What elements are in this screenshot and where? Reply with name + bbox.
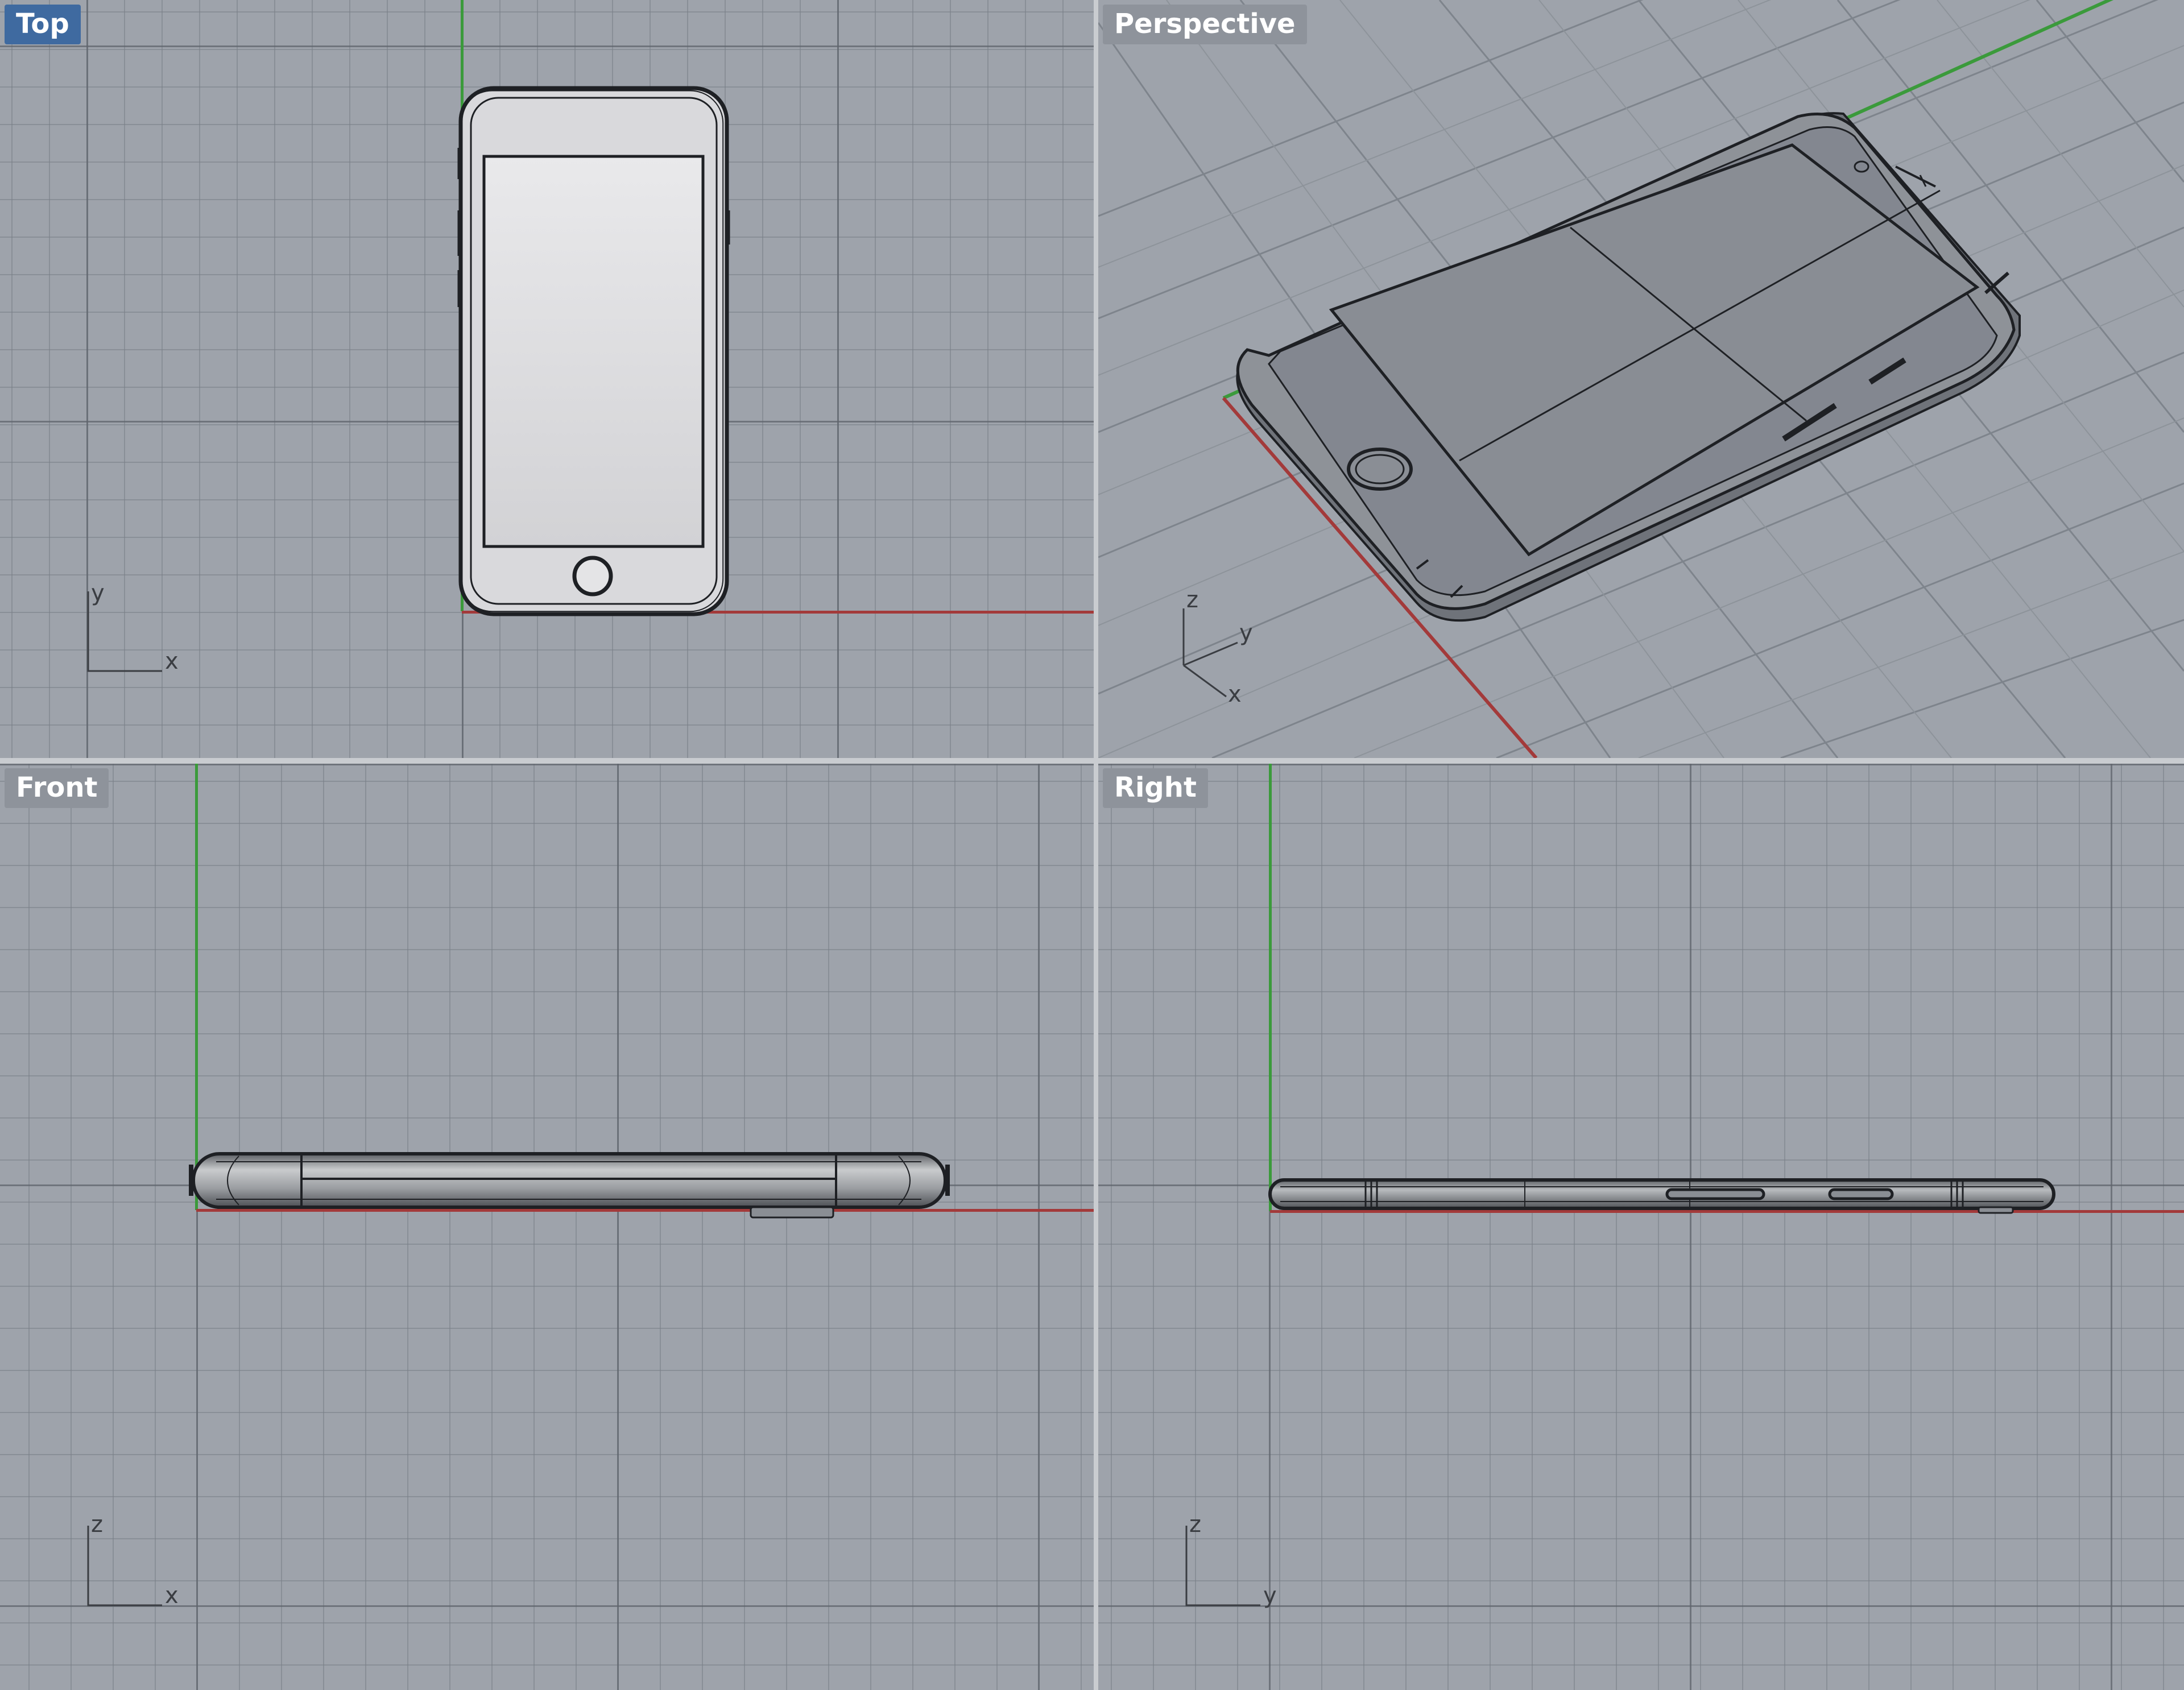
- viewport-top[interactable]: y x Top: [0, 0, 1094, 758]
- axis-gizmo-front: z x: [85, 1511, 222, 1639]
- gizmo-z-label: z: [1189, 1511, 1201, 1538]
- gizmo-y-label: y: [1239, 620, 1253, 646]
- axis-gizmo-top: y x: [85, 580, 222, 705]
- gizmo-z-label: z: [1186, 587, 1198, 613]
- gizmo-y-label: y: [91, 580, 105, 606]
- viewport-perspective[interactable]: z y x Perspective: [1098, 0, 2184, 758]
- axis-gizmo-perspective: z y x: [1178, 587, 1314, 716]
- gizmo-y-label: y: [1263, 1583, 1277, 1609]
- viewport-title-perspective[interactable]: Perspective: [1103, 5, 1307, 44]
- gizmo-x-label: x: [165, 1583, 179, 1609]
- viewport-front[interactable]: z x Front: [0, 764, 1094, 1690]
- viewport-title-top[interactable]: Top: [5, 5, 81, 44]
- phone-perspective-wireframe: [1236, 112, 2021, 622]
- viewport-title-front[interactable]: Front: [5, 768, 109, 808]
- gizmo-x-label: x: [1228, 681, 1242, 707]
- viewport-right[interactable]: z y Right: [1098, 764, 2184, 1690]
- gizmo-z-label: z: [91, 1511, 103, 1538]
- axis-gizmo-right: z y: [1184, 1511, 1320, 1639]
- gizmo-x-label: x: [165, 648, 179, 674]
- viewport-title-right[interactable]: Right: [1103, 768, 1208, 808]
